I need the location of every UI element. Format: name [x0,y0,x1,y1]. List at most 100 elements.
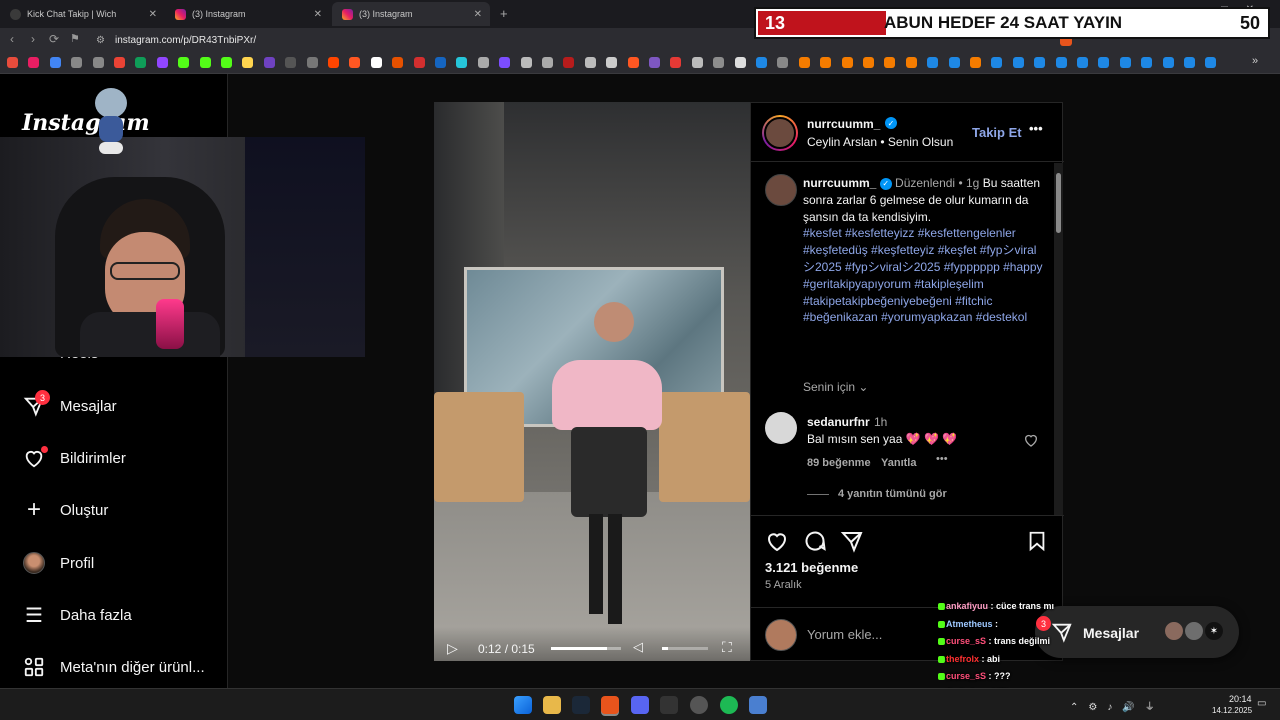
bookmark-favicon-icon[interactable] [1119,57,1131,68]
translation-toggle[interactable]: Senin için ⌄ [803,380,868,394]
bookmark-favicon-icon[interactable] [734,57,746,68]
reload-icon[interactable]: ⟳ [49,32,59,46]
tray-icons[interactable]: ⌃⚙♪🔊⏚ [1070,698,1165,713]
bookmark-favicon-icon[interactable] [71,57,83,68]
bookmark-favicon-icon[interactable] [670,57,682,68]
bookmark-favicon-icon[interactable] [970,57,981,68]
bookmark-favicon-icon[interactable] [7,57,18,68]
bookmark-favicon-icon[interactable] [1141,57,1153,68]
bookmark-favicon-icon[interactable] [991,57,1003,68]
app-icon[interactable] [660,696,678,714]
bookmark-favicon-icon[interactable] [349,57,361,68]
bookmark-favicon-icon[interactable] [221,57,232,68]
bookmark-favicon-icon[interactable] [328,57,339,68]
post-video[interactable]: ▷ 0:12 / 0:15 ◁ ⛶ [434,102,750,661]
bookmark-favicon-icon[interactable] [178,57,190,68]
tab-kick-chat[interactable]: Kick Chat Takip | Wich ✕ [0,2,165,26]
author-subtitle[interactable]: Ceylin Arslan • Senin Olsun [807,135,953,149]
bookmark-favicon-icon[interactable] [841,57,853,68]
bookmark-favicon-icon[interactable] [370,57,382,68]
bookmark-favicon-icon[interactable] [263,57,275,68]
volume-icon[interactable]: ◁ [633,639,643,655]
back-icon[interactable]: ‹ [10,32,14,46]
bookmark-favicon-icon[interactable] [156,57,168,68]
sidebar-item-more[interactable]: ☰ Daha fazla [22,601,132,629]
like-icon[interactable] [765,529,789,553]
sidebar-item-profile[interactable]: Profil [22,549,94,577]
bookmark-favicon-icon[interactable] [798,57,810,68]
commenter-username[interactable]: sedanurfnr [807,415,870,429]
fullscreen-icon[interactable]: ⛶ [722,639,732,656]
notification-icon[interactable]: ▭ [1257,698,1266,709]
bookmark-favicon-icon[interactable] [756,57,767,68]
steam-icon[interactable] [572,696,590,714]
bookmark-favicon-icon[interactable] [114,57,125,68]
sidebar-item-notifications[interactable]: Bildirimler [22,444,126,472]
author-avatar-ring[interactable] [762,115,798,151]
bookmark-favicon-icon[interactable] [777,57,789,68]
reply-button[interactable]: Yanıtla [881,457,916,469]
commenter-avatar[interactable] [765,412,797,444]
sidebar-item-create[interactable]: + Oluştur [22,496,108,524]
comment-like-icon[interactable] [1023,432,1039,448]
bookmark-favicon-icon[interactable] [948,57,960,68]
bookmark-favicon-icon[interactable] [606,57,618,68]
caption-hashtags[interactable]: #kesfet #kesfetteyizz #kesfettengelenler… [803,225,1043,326]
comment-input[interactable]: Yorum ekle... [807,627,882,642]
likes-count[interactable]: 3.121 beğenme [765,560,858,575]
bookmark-favicon-icon[interactable] [477,57,489,68]
scrollbar-thumb[interactable] [1056,173,1061,233]
bookmark-favicon-icon[interactable] [649,57,660,68]
messages-bubble[interactable]: 3 Mesajlar ✶ [1035,606,1239,658]
bookmark-favicon-icon[interactable] [1184,57,1195,68]
bookmark-favicon-icon[interactable] [927,57,939,68]
comment-options-icon[interactable]: ••• [936,453,948,465]
start-icon[interactable] [514,696,532,714]
spotify-icon[interactable] [720,696,738,714]
app-icon[interactable] [749,696,767,714]
brave-icon[interactable] [601,696,619,714]
bookmark-favicon-icon[interactable] [563,57,575,68]
bookmark-favicon-icon[interactable] [435,57,446,68]
bookmark-favicon-icon[interactable] [627,57,639,68]
file-explorer-icon[interactable] [543,696,561,714]
play-icon[interactable]: ▷ [447,640,458,657]
bookmark-favicon-icon[interactable] [306,57,318,68]
new-tab-button[interactable]: + [500,6,508,21]
caption-avatar[interactable] [765,174,797,206]
comment-likes[interactable]: 89 beğenme [807,457,871,469]
bookmark-favicon-icon[interactable] [392,57,404,68]
bookmark-favicon-icon[interactable] [820,57,832,68]
more-options-icon[interactable]: ••• [1029,121,1043,136]
follow-button[interactable]: Takip Et [972,125,1022,140]
discord-icon[interactable] [631,696,649,714]
caption-username[interactable]: nurrcuumm_ [803,176,876,190]
close-icon[interactable]: ✕ [314,9,322,20]
bookmark-favicon-icon[interactable] [413,57,425,68]
sidebar-item-meta[interactable]: Meta'nın diğer ürünl... [22,653,205,681]
bookmark-favicon-icon[interactable] [1034,57,1046,68]
bookmark-favicon-icon[interactable] [242,57,254,68]
bookmark-favicon-icon[interactable] [905,57,917,68]
bookmark-favicon-icon[interactable] [691,57,703,68]
bookmark-favicon-icon[interactable] [863,57,874,68]
comments-scrollbar[interactable] [1054,163,1063,515]
bookmark-favicon-icon[interactable] [1055,57,1067,68]
comment-icon[interactable] [803,529,827,553]
view-replies-button[interactable]: 4 yanıtın tümünü gör [838,488,947,500]
close-icon[interactable]: ✕ [149,9,157,20]
bookmark-favicon-icon[interactable] [499,57,511,68]
bookmark-favicon-icon[interactable] [92,57,104,68]
tab-instagram-1[interactable]: (3) Instagram ✕ [165,2,330,26]
bookmark-favicon-icon[interactable] [713,57,725,68]
bookmark-favicon-icon[interactable] [1162,57,1174,68]
bookmark-favicon-icon[interactable] [542,57,553,68]
bookmark-favicon-icon[interactable] [28,57,40,68]
bookmark-favicon-icon[interactable] [456,57,468,68]
author-username[interactable]: nurrcuumm_ [807,117,880,131]
volume-slider[interactable] [662,647,708,650]
bookmark-icon[interactable]: ⚑ [70,32,80,45]
bookmark-favicon-icon[interactable] [285,57,297,68]
bookmark-favicon-icon[interactable] [1205,57,1217,68]
site-settings-icon[interactable]: ⚙ [96,35,105,46]
